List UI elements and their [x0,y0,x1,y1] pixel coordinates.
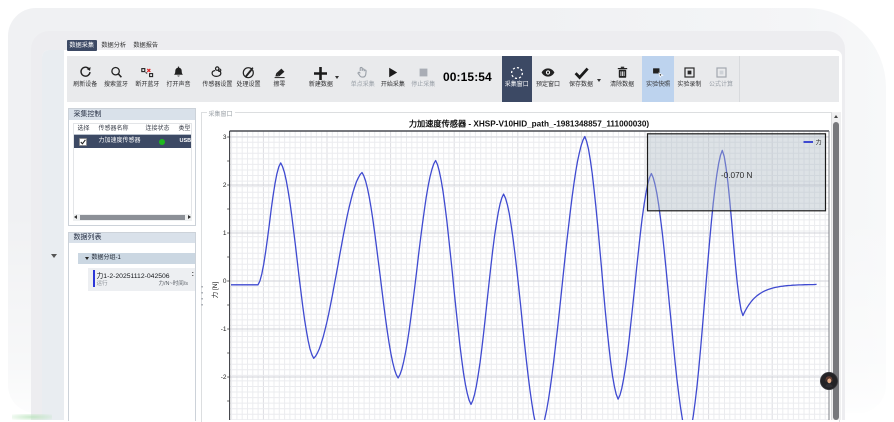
svg-text:1: 1 [223,230,227,237]
svg-text:2: 2 [223,182,227,189]
svg-text:0: 0 [223,278,227,285]
svg-text:力 [N]: 力 [N] [210,282,219,299]
svg-text:力加速度传感器 - XHSP-V10HID_path_-19: 力加速度传感器 - XHSP-V10HID_path_-1981348857_1… [409,119,650,129]
svg-text:-2: -2 [221,374,227,381]
svg-text:力: 力 [816,139,822,147]
svg-text:3: 3 [223,134,227,141]
svg-text:-1: -1 [221,326,227,333]
svg-text:-0.070 N: -0.070 N [721,171,752,180]
